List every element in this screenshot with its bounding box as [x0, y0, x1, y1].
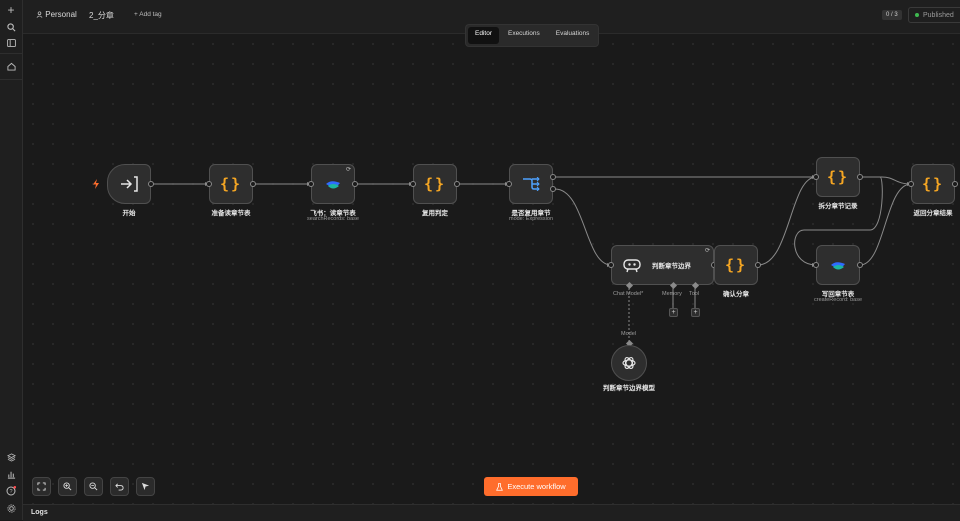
zoom-out-button[interactable]	[84, 477, 103, 496]
node-label: 复用判定	[422, 210, 448, 217]
node-label: 判断章节边界模型	[603, 385, 655, 392]
model-connector-label: Model	[621, 331, 636, 337]
connection-write-return	[859, 183, 912, 266]
input-port[interactable]	[206, 181, 212, 187]
openai-icon	[622, 357, 636, 369]
input-port[interactable]	[410, 181, 416, 187]
code-braces-icon: {}	[826, 168, 850, 186]
tidy-up-button[interactable]	[136, 477, 155, 496]
node-feishu-read[interactable]: ⟳	[311, 164, 355, 204]
code-braces-icon: {}	[423, 175, 447, 193]
node-label: 开始	[122, 210, 136, 217]
connection-split-return	[860, 176, 912, 185]
node-reuse-check[interactable]: {}	[413, 164, 457, 204]
node-subtitle: searchRecords: base	[307, 216, 359, 222]
node-subtitle: mode: Expression	[508, 216, 554, 222]
undo-icon	[115, 483, 124, 491]
logs-panel[interactable]: Logs	[23, 504, 960, 521]
node-split-records[interactable]: {}	[816, 157, 860, 197]
undo-button[interactable]	[110, 477, 129, 496]
switch-icon	[523, 177, 540, 191]
node-start[interactable]	[107, 164, 151, 204]
flask-icon	[496, 482, 504, 491]
input-port[interactable]	[506, 181, 512, 187]
input-port[interactable]	[608, 262, 614, 268]
node-label: 准备读章节表	[211, 210, 251, 217]
fit-view-button[interactable]	[32, 477, 51, 496]
node-label: 判断章节边界	[652, 263, 691, 270]
node-prepare[interactable]: {}	[209, 164, 253, 204]
zoom-out-icon	[89, 482, 98, 491]
code-braces-icon: {}	[921, 175, 945, 193]
output-port[interactable]	[454, 181, 460, 187]
node-model[interactable]	[611, 345, 647, 381]
execute-workflow-label: Execute workflow	[507, 482, 566, 491]
node-subtitle: createRecord: base	[814, 297, 862, 303]
input-port[interactable]	[813, 262, 819, 268]
output-port[interactable]	[755, 262, 761, 268]
input-port[interactable]	[908, 181, 914, 187]
fit-view-icon	[37, 482, 46, 491]
robot-icon	[623, 259, 641, 273]
node-judge-boundary[interactable]: 判断章节边界 ⟳	[611, 245, 714, 285]
connection-false-judge	[554, 188, 612, 266]
cursor-icon	[141, 482, 150, 491]
add-memory-button[interactable]: +	[669, 308, 678, 317]
output-port[interactable]	[952, 181, 958, 187]
node-write-back[interactable]	[816, 245, 860, 285]
zoom-in-icon	[63, 482, 72, 491]
input-port[interactable]	[308, 181, 314, 187]
input-port[interactable]	[813, 174, 819, 180]
logs-label: Logs	[31, 509, 48, 516]
code-braces-icon: {}	[724, 256, 748, 274]
output-port[interactable]	[352, 181, 358, 187]
output-port[interactable]	[857, 262, 863, 268]
execute-workflow-button[interactable]: Execute workflow	[484, 477, 578, 496]
tool-label: Tool	[689, 291, 700, 297]
zoom-in-button[interactable]	[58, 477, 77, 496]
refresh-icon: ⟳	[704, 248, 710, 254]
output-port[interactable]	[148, 181, 154, 187]
output-port[interactable]	[857, 174, 863, 180]
output-port-false[interactable]	[550, 186, 556, 192]
add-tool-button[interactable]: +	[691, 308, 700, 317]
connection-confirm-split	[757, 176, 817, 266]
output-port-true[interactable]	[550, 174, 556, 180]
memory-label: Memory	[662, 291, 682, 297]
feishu-base-icon	[831, 262, 845, 270]
node-label: 返回分章结果	[913, 210, 953, 217]
feishu-base-icon	[326, 181, 340, 189]
lightning-icon	[93, 179, 99, 189]
node-label: 确认分章	[723, 291, 749, 298]
node-confirm[interactable]: {}	[714, 245, 758, 285]
refresh-icon: ⟳	[345, 167, 351, 173]
node-is-reuse[interactable]	[509, 164, 553, 204]
node-return-result[interactable]: {}	[911, 164, 955, 204]
output-port[interactable]	[250, 181, 256, 187]
code-braces-icon: {}	[219, 175, 243, 193]
chat-model-label: Chat Model*	[613, 291, 644, 297]
node-label: 拆分章节记录	[818, 203, 858, 210]
enter-icon	[121, 176, 138, 192]
